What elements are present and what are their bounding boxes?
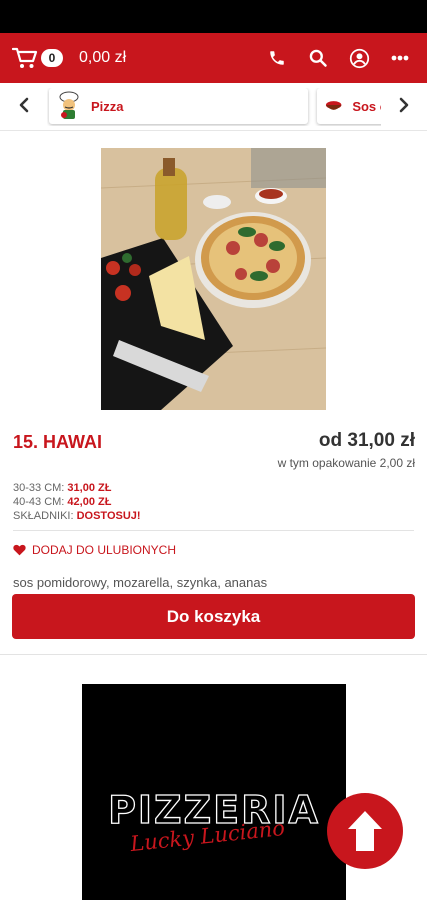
product-photo xyxy=(101,148,326,410)
product-description: sos pomidorowy, mozarella, szynka, anana… xyxy=(13,575,268,590)
sauce-bowl-icon xyxy=(325,101,342,110)
more-icon xyxy=(391,55,409,61)
top-bar: 0 0,00 zł xyxy=(0,33,427,83)
account-button[interactable] xyxy=(344,43,374,73)
chevron-left-icon xyxy=(19,97,29,113)
phone-button[interactable] xyxy=(262,43,292,73)
tab-sos[interactable]: Sos c xyxy=(317,88,381,124)
size-price: 31,00 ZŁ xyxy=(67,482,112,494)
size-label: 40-43 CM: xyxy=(13,496,65,508)
add-to-cart-button[interactable]: Do koszyka xyxy=(12,594,415,639)
tab-pizza[interactable]: Pizza xyxy=(49,88,308,124)
pizzeria-logo-banner: PIZZERIA Lucky Luciano xyxy=(82,684,346,900)
divider xyxy=(13,530,414,531)
search-button[interactable] xyxy=(303,43,333,73)
cart-total: 0,00 zł xyxy=(79,49,127,66)
ingredients-row: SKŁADNIKI: DOSTOSUJ! xyxy=(13,509,141,523)
category-next-button[interactable] xyxy=(392,93,416,117)
add-to-favorites-button[interactable]: DODAJ DO ULUBIONYCH xyxy=(13,543,176,557)
size-option: 40-43 CM: 42,00 ZŁ xyxy=(13,495,141,509)
favorites-label: DODAJ DO ULUBIONYCH xyxy=(32,543,177,557)
category-bar: Pizza Sos c xyxy=(0,83,427,131)
product-price: od 31,00 zł xyxy=(318,430,415,451)
cart-count-badge: 0 xyxy=(41,49,63,67)
chevron-right-icon xyxy=(399,97,409,113)
account-icon xyxy=(349,48,369,68)
category-prev-button[interactable] xyxy=(12,93,36,117)
more-button[interactable] xyxy=(385,43,415,73)
tab-pizza-label: Pizza xyxy=(91,98,124,114)
pizza-chef-icon xyxy=(59,91,79,119)
size-list: 30-33 CM: 31,00 ZŁ 40-43 CM: 42,00 ZŁ SK… xyxy=(13,481,141,523)
status-bar xyxy=(0,0,427,33)
scroll-to-top-button[interactable] xyxy=(327,793,403,869)
category-tabs: Pizza Sos c xyxy=(47,88,381,126)
product-name: 15. HAWAI xyxy=(13,432,103,452)
arrow-up-icon xyxy=(348,811,382,851)
size-price: 42,00 ZŁ xyxy=(67,496,112,508)
cart-button[interactable]: 0 xyxy=(12,46,63,70)
size-label: 30-33 CM: xyxy=(13,482,65,494)
packaging-note: w tym opakowanie 2,00 zł xyxy=(277,456,415,470)
tab-sos-label: Sos c xyxy=(352,98,381,114)
phone-icon xyxy=(270,51,284,65)
heart-icon xyxy=(13,544,26,556)
ingredients-label: SKŁADNIKI: xyxy=(13,510,74,522)
size-option: 30-33 CM: 31,00 ZŁ xyxy=(13,481,141,495)
search-icon xyxy=(309,49,327,67)
cart-icon xyxy=(12,47,38,68)
customize-link[interactable]: DOSTOSUJ! xyxy=(77,510,141,522)
divider xyxy=(0,654,427,655)
